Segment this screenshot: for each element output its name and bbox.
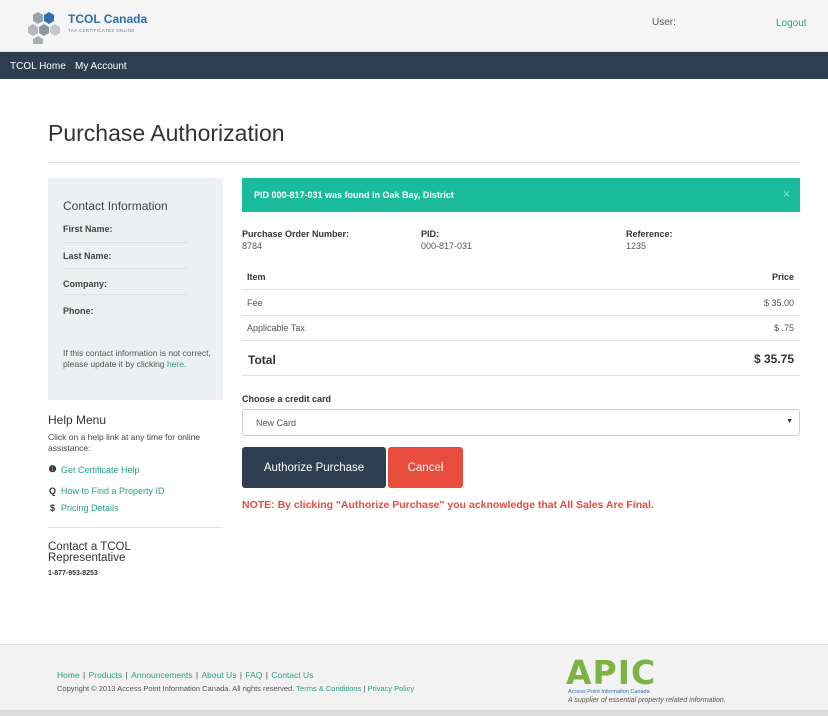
copyright-text: Copyright © 2013 Access Point Informatio… (57, 684, 415, 693)
total-label: Total (248, 353, 276, 367)
tcol-logo[interactable]: TCOL Canada TAX CERTIFICATES ONLINE (28, 8, 168, 44)
contact-heading: Contact Information (63, 199, 168, 213)
page-footer: Home | Products | Announcements | About … (0, 644, 828, 710)
footer-link-faq[interactable]: FAQ (245, 670, 262, 680)
search-icon: Q (48, 486, 56, 496)
hexagon-cluster-icon (28, 12, 60, 44)
help-link-label: Get Certificate Help (61, 464, 140, 475)
contact-note-suffix: . (183, 359, 187, 369)
table-divider (242, 289, 800, 290)
price-column-header: Price (771, 272, 794, 282)
contact-representative-heading: Contact a TCOL Representative (48, 541, 131, 564)
top-header: TCOL Canada TAX CERTIFICATES ONLINE User… (0, 0, 828, 52)
footer-link-contact-us[interactable]: Contact Us (271, 670, 313, 680)
selected-card: New Card (256, 418, 297, 428)
dollar-icon: $ (49, 503, 55, 513)
pid-value: 000-817-031 (421, 241, 473, 251)
find-property-id-link[interactable]: Q How to Find a Property ID (48, 486, 165, 496)
po-number-value: 8784 (242, 241, 263, 251)
privacy-link[interactable]: Privacy Policy (367, 684, 414, 693)
apic-company-name: Access Point Information Canada (568, 689, 650, 695)
help-divider (48, 527, 223, 528)
footer-link-about-us[interactable]: About Us (201, 670, 236, 680)
get-certificate-help-link[interactable]: ❶ Get Certificate Help (48, 464, 140, 475)
cancel-button[interactable]: Cancel (388, 447, 463, 488)
nav-my-account[interactable]: My Account (75, 61, 127, 72)
authorize-purchase-button[interactable]: Authorize Purchase (242, 447, 386, 488)
footer-bottom-bar (0, 710, 828, 716)
apic-logo: APIC (566, 653, 657, 692)
contact-update-note: If this contact information is not corre… (63, 348, 218, 370)
support-phone-number: 1-877-953-8253 (48, 570, 98, 577)
chevron-down-icon: ▼ (786, 418, 793, 425)
credit-card-select[interactable]: New Card ▼ (242, 409, 800, 436)
help-menu-heading: Help Menu (48, 413, 107, 427)
logo-title: TCOL Canada (68, 12, 148, 26)
reference-label: Reference: (626, 229, 673, 239)
help-link-label: Pricing Details (61, 503, 119, 513)
field-divider (63, 268, 187, 269)
po-number-label: Purchase Order Number: (242, 229, 350, 239)
last-name-label: Last Name: (63, 251, 112, 261)
phone-label: Phone: (63, 306, 94, 316)
table-row-price: $ .75 (773, 323, 794, 333)
main-navbar: TCOL Home My Account (0, 52, 828, 79)
company-label: Company: (63, 279, 108, 289)
pid-label: PID: (421, 229, 439, 239)
update-contact-link[interactable]: here (167, 359, 184, 369)
table-divider (242, 375, 800, 376)
table-row-price: $ 35.00 (763, 298, 794, 308)
help-link-label: How to Find a Property ID (61, 486, 165, 496)
table-divider (242, 340, 800, 341)
title-divider (48, 162, 800, 163)
help-menu-description: Click on a help link at any time for onl… (48, 432, 201, 453)
item-column-header: Item (247, 272, 266, 282)
total-value: $ 35.75 (753, 352, 794, 366)
page-title: Purchase Authorization (48, 120, 285, 146)
alert-message: PID 000-817-031 was found in Oak Bay, Di… (254, 190, 454, 200)
terms-link[interactable]: Terms & Conditions (296, 684, 361, 693)
user-label: User: (652, 17, 676, 28)
apic-tagline: A supplier of essential property related… (568, 697, 726, 704)
info-circle-icon: ❶ (48, 464, 57, 474)
reference-value: 1235 (626, 241, 647, 251)
footer-links: Home | Products | Announcements | About … (57, 670, 314, 680)
footer-link-products[interactable]: Products (89, 670, 123, 680)
table-divider (242, 315, 800, 316)
credit-card-label: Choose a credit card (242, 394, 332, 404)
contact-note-text: If this contact information is not corre… (63, 348, 211, 369)
table-row-item: Applicable Tax (247, 323, 305, 333)
copyright-notice: Copyright © 2013 Access Point Informatio… (57, 684, 295, 693)
logo-subtitle: TAX CERTIFICATES ONLINE (68, 28, 135, 33)
footer-link-home[interactable]: Home (57, 670, 80, 680)
footer-link-announcements[interactable]: Announcements (131, 670, 192, 680)
field-divider (63, 294, 187, 295)
field-divider (63, 242, 187, 243)
close-icon[interactable]: × (783, 187, 790, 201)
first-name-label: First Name: (63, 224, 113, 234)
contact-information-panel: Contact Information First Name: Last Nam… (48, 178, 223, 400)
pricing-details-link[interactable]: $ Pricing Details (48, 503, 119, 513)
table-row-item: Fee (247, 298, 263, 308)
logout-link[interactable]: Logout (776, 18, 807, 29)
nav-tcol-home[interactable]: TCOL Home (10, 61, 66, 72)
success-alert: PID 000-817-031 was found in Oak Bay, Di… (242, 178, 800, 212)
sales-final-note: NOTE: By clicking "Authorize Purchase" y… (242, 499, 654, 511)
